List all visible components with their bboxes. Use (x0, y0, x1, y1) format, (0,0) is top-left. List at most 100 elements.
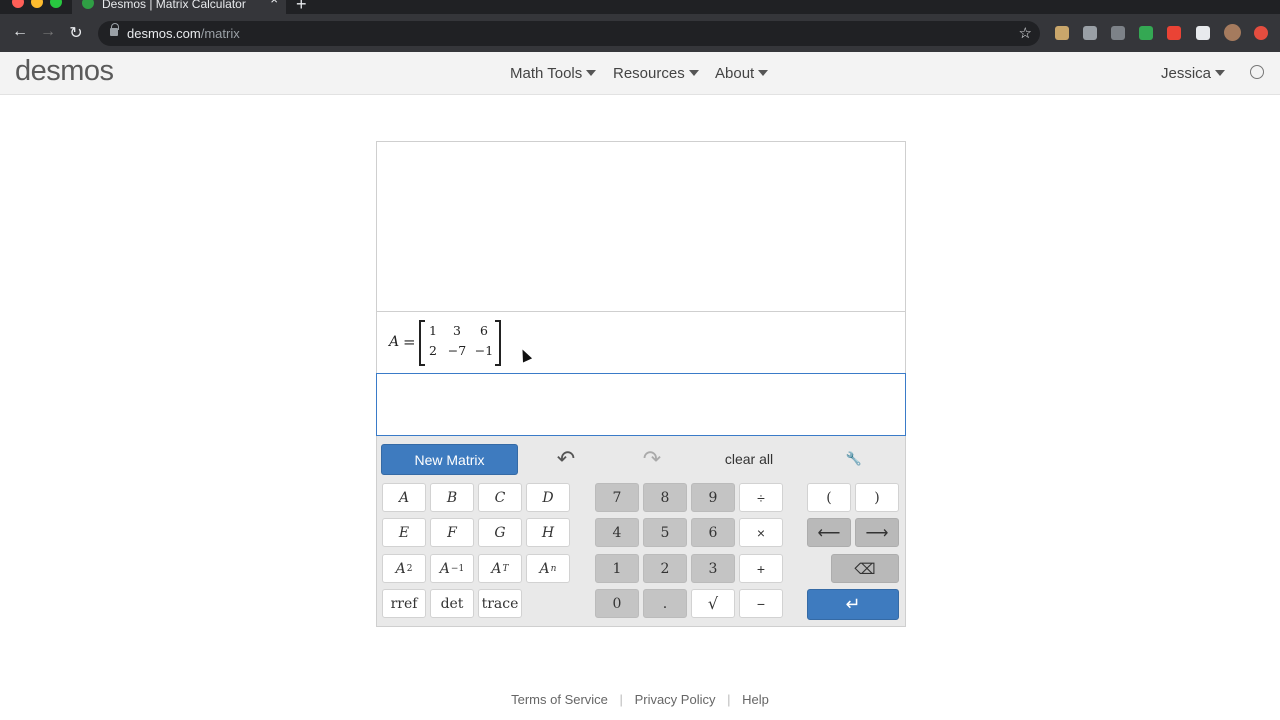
clear-all-button[interactable]: clear all (717, 444, 781, 473)
key-multiply[interactable]: × (739, 518, 783, 547)
maximize-window-button[interactable] (50, 0, 62, 8)
key-sqrt[interactable]: √ (691, 589, 735, 618)
minimize-window-button[interactable] (31, 0, 43, 8)
expression-row-matrix-a[interactable]: A = 1 3 6 2 −7 −1 (377, 312, 905, 374)
key-open-paren[interactable]: ( (807, 483, 851, 512)
keypad: New Matrix ↶ ↷ clear all 🔧 A B C D E F G… (377, 436, 905, 626)
nav-resources-label: Resources (613, 65, 685, 82)
language-globe-icon[interactable] (1250, 65, 1264, 79)
nav-resources[interactable]: Resources (613, 65, 699, 82)
matrix-cell[interactable]: −1 (472, 343, 496, 358)
backspace-key[interactable]: ⌫ (831, 554, 899, 583)
key-matrix-h[interactable]: H (526, 518, 570, 547)
key-plus[interactable]: + (739, 554, 783, 583)
key-matrix-c[interactable]: C (478, 483, 522, 512)
key-divide[interactable]: ÷ (739, 483, 783, 512)
key-det[interactable]: det (430, 589, 474, 618)
user-name: Jessica (1161, 65, 1212, 82)
footer-separator: | (619, 692, 623, 707)
nav-math-tools-label: Math Tools (510, 65, 583, 82)
key-2[interactable]: 2 (643, 554, 687, 583)
key-7[interactable]: 7 (595, 483, 639, 512)
matrix-cell[interactable]: 1 (421, 323, 445, 338)
browser-tab[interactable]: Desmos | Matrix Calculator × (72, 0, 286, 14)
key-8[interactable]: 8 (643, 483, 687, 512)
power-exponent: n (550, 563, 557, 574)
extension-icon-2[interactable] (1083, 26, 1097, 40)
caret-down-icon (1215, 70, 1226, 76)
key-trace[interactable]: trace (478, 589, 522, 618)
key-minus[interactable]: − (739, 589, 783, 618)
key-matrix-f[interactable]: F (430, 518, 474, 547)
right-bracket (495, 320, 501, 366)
expression-input[interactable] (376, 373, 906, 436)
key-4[interactable]: 4 (595, 518, 639, 547)
matrix-cell[interactable]: 6 (472, 323, 496, 338)
matrix-cell[interactable]: 2 (421, 343, 445, 358)
key-power-n[interactable]: An (526, 554, 570, 583)
terms-of-service-link[interactable]: Terms of Service (511, 692, 608, 707)
new-tab-button[interactable]: + (296, 0, 307, 15)
key-matrix-b[interactable]: B (430, 483, 474, 512)
reload-button[interactable]: ↻ (66, 23, 86, 43)
update-icon[interactable] (1254, 26, 1268, 40)
caret-down-icon (586, 70, 597, 76)
nav-math-tools[interactable]: Math Tools (510, 65, 597, 82)
key-9[interactable]: 9 (691, 483, 735, 512)
enter-key[interactable]: ↵ (807, 589, 899, 620)
help-link[interactable]: Help (742, 692, 769, 707)
footer-separator: | (727, 692, 731, 707)
tab-title: Desmos | Matrix Calculator (102, 0, 246, 11)
power-exponent: −1 (450, 563, 465, 574)
browser-tab-bar: Desmos | Matrix Calculator × + (0, 0, 1280, 14)
site-footer: Terms of Service | Privacy Policy | Help (0, 692, 1280, 707)
bookmark-star-icon[interactable]: ☆ (1019, 24, 1032, 42)
key-square[interactable]: A2 (382, 554, 426, 583)
wrench-settings-icon[interactable]: 🔧 (839, 444, 869, 473)
key-matrix-d[interactable]: D (526, 483, 570, 512)
matrix-cell[interactable]: −7 (445, 343, 469, 358)
right-arrow-key[interactable]: ⟶ (855, 518, 899, 547)
key-6[interactable]: 6 (691, 518, 735, 547)
privacy-policy-link[interactable]: Privacy Policy (635, 692, 716, 707)
key-5[interactable]: 5 (643, 518, 687, 547)
tab-close-icon[interactable]: × (270, 0, 278, 6)
desmos-logo[interactable]: desmos (15, 55, 114, 88)
key-0[interactable]: 0 (595, 589, 639, 618)
forward-button[interactable]: → (38, 23, 58, 41)
key-decimal[interactable]: . (643, 589, 687, 618)
extension-icon-1[interactable] (1055, 26, 1069, 40)
key-matrix-a[interactable]: A (382, 483, 426, 512)
key-matrix-g[interactable]: G (478, 518, 522, 547)
nav-about[interactable]: About (715, 65, 769, 82)
matrix-variable: A (389, 334, 400, 350)
power-base: A (395, 560, 406, 577)
address-bar[interactable]: desmos.com/matrix ☆ (98, 21, 1040, 46)
key-3[interactable]: 3 (691, 554, 735, 583)
power-exponent: T (502, 563, 509, 574)
back-button[interactable]: ← (10, 23, 30, 41)
key-close-paren[interactable]: ) (855, 483, 899, 512)
user-menu[interactable]: Jessica (1161, 65, 1226, 82)
url-host: desmos.com (127, 26, 201, 41)
power-base: A (539, 560, 550, 577)
url-path: /matrix (200, 26, 240, 41)
extension-icon-5[interactable] (1167, 26, 1181, 40)
key-transpose[interactable]: AT (478, 554, 522, 583)
key-matrix-e[interactable]: E (382, 518, 426, 547)
left-arrow-key[interactable]: ⟵ (807, 518, 851, 547)
key-rref[interactable]: rref (382, 589, 426, 618)
key-1[interactable]: 1 (595, 554, 639, 583)
power-base: A (491, 560, 502, 577)
profile-avatar[interactable] (1224, 24, 1241, 41)
matrix-cell[interactable]: 3 (445, 323, 469, 338)
puzzle-extensions-icon[interactable] (1196, 26, 1210, 40)
redo-icon[interactable]: ↷ (635, 444, 669, 473)
close-window-button[interactable] (12, 0, 24, 8)
lock-icon (110, 23, 119, 36)
key-inverse[interactable]: A −1 (430, 554, 474, 583)
extension-icon-4[interactable] (1139, 26, 1153, 40)
undo-icon[interactable]: ↶ (549, 444, 583, 473)
new-matrix-button[interactable]: New Matrix (381, 444, 518, 475)
extension-icon-3[interactable] (1111, 26, 1125, 40)
